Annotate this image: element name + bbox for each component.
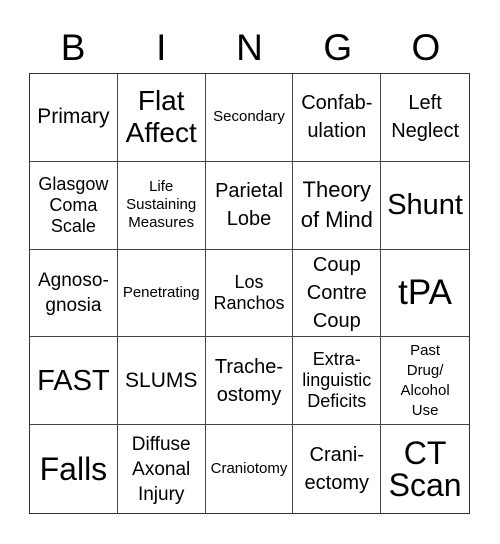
- bingo-cell[interactable]: Flat Affect: [117, 74, 206, 162]
- bingo-cell[interactable]: tPA: [381, 250, 469, 338]
- bingo-cell[interactable]: Shunt: [381, 162, 469, 250]
- bingo-header: B I N G O: [29, 26, 470, 70]
- cell-text: Parietal Lobe: [215, 180, 283, 231]
- cell-text: Los Ranchos: [213, 271, 285, 313]
- bingo-cell[interactable]: Life Sustaining Measures: [117, 161, 206, 250]
- cell-text: Flat Affect: [125, 85, 197, 149]
- bingo-cell[interactable]: Coup Contre Coup: [293, 249, 382, 338]
- cell-text: Extra- linguistic Deficits: [302, 349, 372, 412]
- bingo-cell[interactable]: Primary: [30, 74, 118, 162]
- bingo-cell[interactable]: Penetrating: [117, 249, 206, 338]
- cell-text: Secondary: [213, 108, 285, 126]
- bingo-cell[interactable]: Agnoso- gnosia: [30, 249, 118, 338]
- bingo-cell[interactable]: SLUMS: [117, 337, 206, 426]
- cell-text: Confab- ulation: [301, 92, 373, 143]
- bingo-cell[interactable]: Extra- linguistic Deficits: [293, 337, 382, 426]
- cell-text: Trache- ostomy: [214, 355, 284, 406]
- bingo-cell[interactable]: Falls: [30, 425, 118, 513]
- cell-text: Past Drug/ Alcohol Use: [400, 341, 450, 419]
- bingo-cell[interactable]: FAST: [30, 337, 118, 426]
- bingo-cell[interactable]: Diffuse Axonal Injury: [118, 425, 206, 513]
- cell-text: Penetrating: [122, 283, 200, 301]
- cell-text: Agnoso- gnosia: [38, 269, 109, 316]
- cell-text: Crani- ectomy: [304, 444, 370, 495]
- bingo-cell[interactable]: CT Scan: [381, 425, 469, 513]
- bingo-cell[interactable]: Left Neglect: [381, 74, 469, 162]
- bingo-cell[interactable]: Confab- ulation: [293, 74, 382, 162]
- bingo-cell[interactable]: Los Ranchos: [205, 249, 294, 338]
- cell-text: Left Neglect: [391, 92, 459, 143]
- bingo-cell[interactable]: Secondary: [205, 74, 294, 162]
- cell-text: Theory of Mind: [300, 177, 373, 233]
- header-letter-n: N: [236, 27, 263, 68]
- bingo-cell[interactable]: Glasgow Coma Scale: [30, 161, 118, 250]
- header-letter-g: G: [323, 27, 353, 68]
- bingo-cell[interactable]: Parietal Lobe: [205, 161, 294, 250]
- bingo-cell[interactable]: Crani- ectomy: [293, 425, 382, 513]
- cell-text: SLUMS: [125, 368, 198, 392]
- cell-text: Craniotomy: [210, 460, 288, 478]
- cell-text: tPA: [398, 272, 452, 312]
- bingo-cell[interactable]: Past Drug/ Alcohol Use: [381, 337, 469, 426]
- cell-text: Life Sustaining Measures: [126, 178, 197, 232]
- cell-text: CT Scan: [388, 435, 462, 504]
- cell-text: FAST: [37, 364, 110, 397]
- header-letter-i: I: [156, 27, 167, 68]
- bingo-grid: Primary Flat Affect Secondary Confab- ul…: [29, 73, 470, 514]
- cell-text: Glasgow Coma Scale: [38, 173, 109, 236]
- cell-text: Primary: [37, 105, 110, 129]
- cell-text: Coup Contre Coup: [306, 253, 367, 332]
- cell-text: Diffuse Axonal Injury: [131, 433, 191, 505]
- bingo-cell[interactable]: Trache- ostomy: [205, 337, 294, 426]
- bingo-cell[interactable]: Craniotomy: [206, 425, 294, 513]
- cell-text: Falls: [39, 451, 108, 488]
- header-letter-o: O: [411, 27, 441, 68]
- cell-text: Shunt: [387, 189, 463, 222]
- header-letter-b: B: [60, 27, 86, 68]
- bingo-cell[interactable]: Theory of Mind: [293, 161, 382, 250]
